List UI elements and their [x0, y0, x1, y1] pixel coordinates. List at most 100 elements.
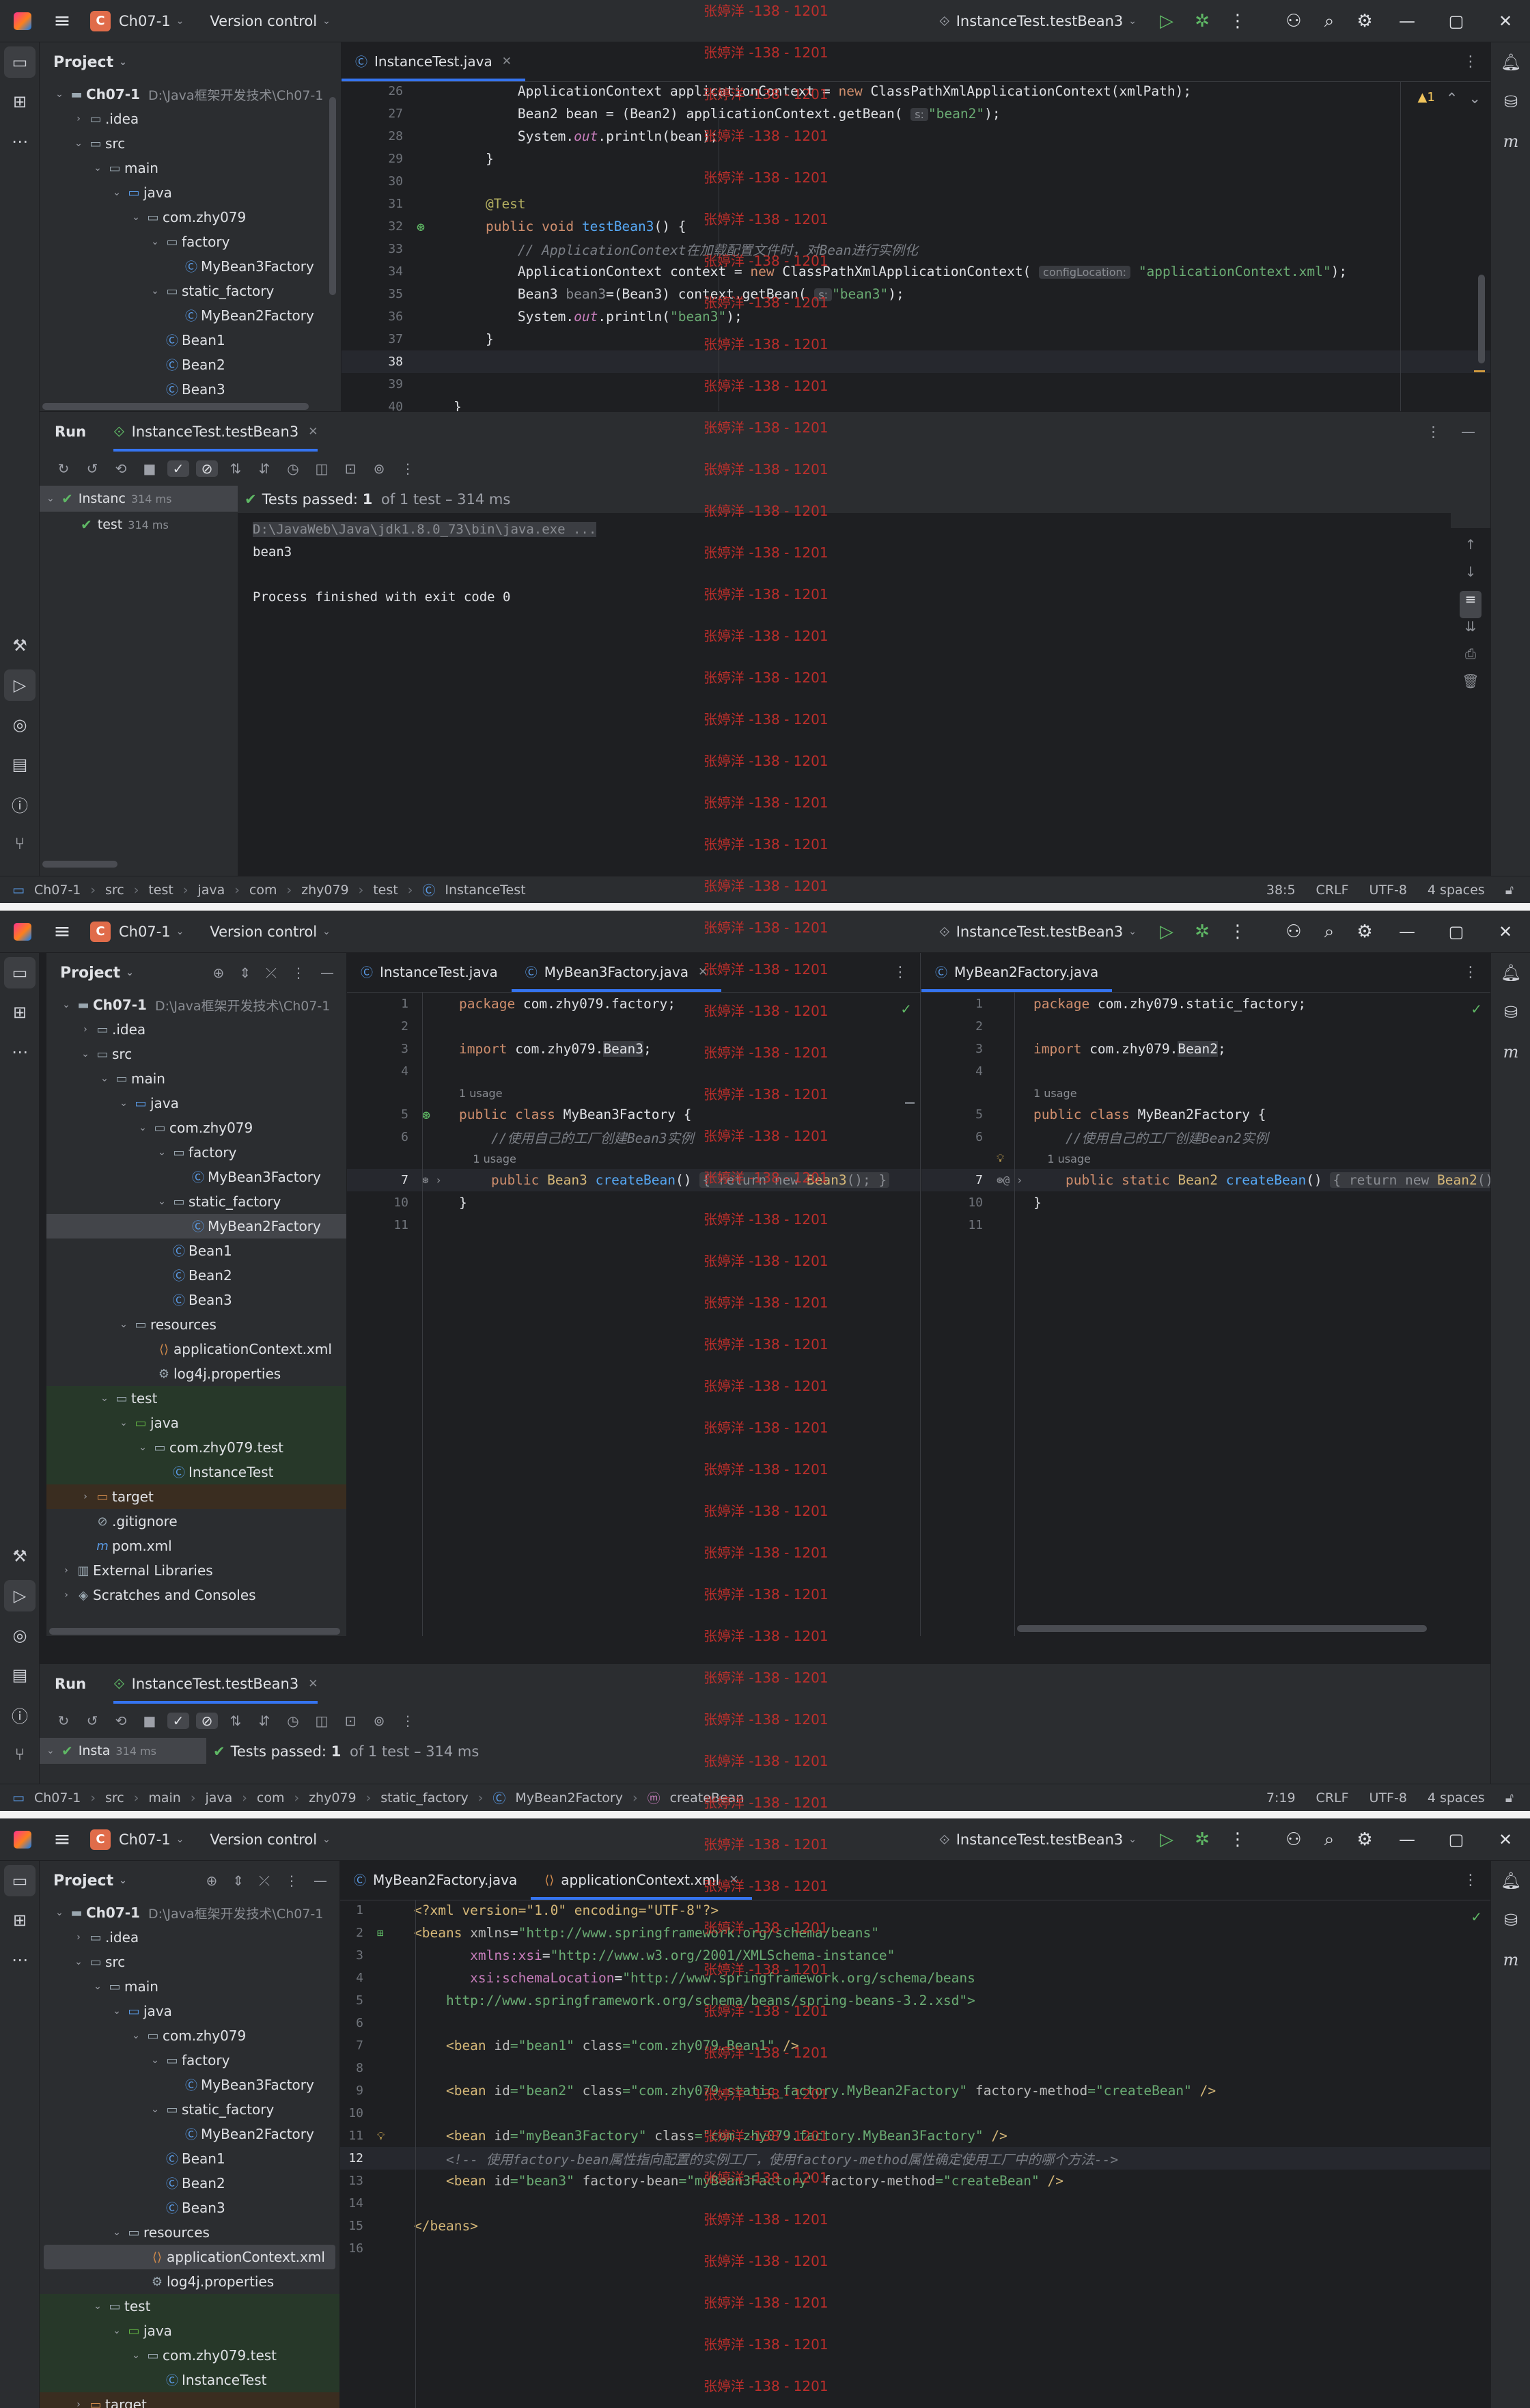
version-control-menu[interactable]: Version control	[210, 13, 317, 29]
run-config-selector[interactable]: InstanceTest.testBean3	[956, 13, 1124, 29]
show-passed-icon[interactable]: ✓	[167, 1713, 189, 1729]
project-tool-icon[interactable]: ▭	[4, 46, 36, 78]
tree-item-scratches[interactable]: › ◈ Scratches and Consoles	[46, 1583, 346, 1607]
clear-icon[interactable]: 🗑︎	[1462, 673, 1479, 700]
locate-icon[interactable]: ⊕	[206, 1872, 217, 1889]
encoding[interactable]: UTF-8	[1369, 1790, 1407, 1805]
project-panel-header[interactable]: Project ⌄ ⊕ ⇕ ⤫ ⋮ —	[40, 1861, 339, 1900]
tree-item-package[interactable]: ⌄ ▭ com.zhy079	[40, 2023, 339, 2048]
horizontal-scrollbar[interactable]	[42, 403, 309, 410]
search-icon[interactable]: ⌕	[1311, 1829, 1347, 1851]
run-tab[interactable]: ⟐ InstanceTest.testBean3 ✕	[113, 412, 318, 452]
readonly-lock-icon[interactable]: 🔓︎	[1505, 883, 1514, 898]
run-tool-icon[interactable]: ▷	[4, 1580, 36, 1611]
project-switcher[interactable]: Ch07-1	[119, 13, 171, 29]
run-icon[interactable]: ▷	[1149, 11, 1184, 31]
tree-root[interactable]: ⌄ ▬ Ch07-1 D:\Java框架开发技术\Ch07-1	[40, 82, 341, 107]
scroll-down-icon[interactable]: ↓	[1465, 564, 1477, 591]
tree-item-gitignore[interactable]: ⊘ .gitignore	[46, 1509, 346, 1534]
tree-item-test-package[interactable]: ⌄ ▭ com.zhy079.test	[46, 1435, 346, 1460]
tree-item-pom[interactable]: m pom.xml	[46, 1534, 346, 1558]
project-panel-header[interactable]: Project ⌄	[40, 42, 341, 82]
tree-item-test[interactable]: ⌄ ▭ test	[40, 2294, 339, 2319]
tree-item-target[interactable]: › ▭ target	[46, 1484, 346, 1509]
tree-item-bean3[interactable]: Ⓒ Bean3	[46, 1288, 346, 1312]
main-menu-icon[interactable]: ≡	[51, 1827, 74, 1851]
terminal-icon[interactable]: ▤	[0, 1655, 40, 1695]
soft-wrap-icon[interactable]: ≡	[1460, 591, 1482, 618]
crumb[interactable]: zhy079	[309, 1790, 357, 1805]
export-icon[interactable]: ⊡	[336, 460, 365, 477]
crumb[interactable]: com	[257, 1790, 285, 1805]
maximize-icon[interactable]: ▢	[1432, 1830, 1481, 1849]
scroll-end-icon[interactable]: ⇊	[1465, 618, 1477, 646]
tree-item-idea[interactable]: › ▭ .idea	[46, 1017, 346, 1042]
collapse-all-icon[interactable]: ⤫	[266, 965, 277, 981]
run-tool-icon[interactable]: ▷	[4, 669, 36, 701]
tree-item-bean2[interactable]: Ⓒ Bean2	[40, 2171, 339, 2196]
run-icon[interactable]: ▷	[1149, 1829, 1184, 1850]
toggle-autotest-icon[interactable]: ⟲	[107, 460, 135, 477]
tree-item-mybean2factory[interactable]: Ⓒ MyBean2Factory	[40, 2122, 339, 2146]
options-icon[interactable]: ⋮	[292, 965, 305, 981]
tree-item-java[interactable]: ⌄ ▭ java	[46, 1091, 346, 1116]
console-output[interactable]: D:\JavaWeb\Java\jdk1.8.0_73\bin\java.exe…	[238, 513, 1451, 876]
tree-item-src[interactable]: ⌄ ▭ src	[40, 1950, 339, 1974]
tab-instance-test[interactable]: Ⓒ InstanceTest.java ✕	[342, 42, 525, 81]
project-tool-icon[interactable]: ▭	[4, 957, 36, 988]
caret-position[interactable]: 38:5	[1266, 883, 1296, 898]
close-icon[interactable]: ✕	[1481, 1830, 1530, 1849]
maven-icon[interactable]: m	[1491, 1940, 1530, 1980]
options-icon[interactable]: ⋮	[285, 1872, 298, 1889]
tree-item-java[interactable]: ⌄ ▭ java	[40, 180, 341, 205]
settings-gear-icon[interactable]: ⚙	[1347, 1829, 1382, 1850]
more-icon[interactable]: ⋮	[393, 460, 422, 477]
show-passed-icon[interactable]: ✓	[167, 460, 189, 477]
run-test-gutter-icon[interactable]: ⊛	[417, 219, 425, 235]
tree-item-resources[interactable]: ⌄ ▭ resources	[40, 2220, 339, 2245]
search-icon[interactable]: ⌕	[1311, 922, 1347, 943]
lightbulb-icon[interactable]: 💡︎	[997, 1152, 1004, 1165]
crumb[interactable]: test	[373, 883, 398, 898]
caret-position[interactable]: 7:19	[1266, 1790, 1296, 1805]
crumb[interactable]: static_factory	[380, 1790, 469, 1805]
more-tools-icon[interactable]: ⋯	[0, 1032, 40, 1072]
tree-item-src[interactable]: ⌄ ▭ src	[46, 1042, 346, 1066]
tree-item-appctx[interactable]: ⟨⟩ applicationContext.xml	[46, 1337, 346, 1361]
horizontal-scrollbar[interactable]	[1017, 1625, 1427, 1632]
tree-item-static-factory[interactable]: ⌄ ▭ static_factory	[40, 2097, 339, 2122]
tree-item-mybean2factory[interactable]: Ⓒ MyBean2Factory	[40, 303, 341, 328]
crumb[interactable]: src	[105, 1790, 124, 1805]
close-tab-icon[interactable]: ✕	[308, 1677, 318, 1691]
toggle-autotest-icon[interactable]: ⟲	[107, 1713, 135, 1729]
scroll-up-icon[interactable]: ↑	[1465, 536, 1477, 564]
build-hammer-icon[interactable]: ⚒	[0, 1536, 40, 1576]
expand-all-icon[interactable]: ⇕	[232, 1872, 244, 1889]
git-icon[interactable]: ⑂	[0, 824, 40, 863]
more-actions-icon[interactable]: ⋮	[1220, 11, 1255, 31]
tree-item-appctx[interactable]: ⟨⟩ applicationContext.xml	[44, 2245, 335, 2269]
locate-icon[interactable]: ⊕	[212, 965, 224, 981]
project-switcher[interactable]: Ch07-1	[119, 1831, 171, 1848]
minimize-icon[interactable]: —	[1382, 1830, 1432, 1849]
tab-options-icon[interactable]: ⋮	[1463, 964, 1478, 981]
run-icon[interactable]: ▷	[1149, 922, 1184, 942]
crumb[interactable]: java	[197, 883, 225, 898]
tree-item-target[interactable]: › ▭ target	[40, 2392, 339, 2408]
code-area-xml[interactable]: 1 <?xml version="1.0" encoding="UTF-8"?> …	[340, 1899, 1490, 2260]
tree-item-bean1[interactable]: Ⓒ Bean1	[46, 1238, 346, 1263]
tree-item-src[interactable]: ⌄ ▭ src	[40, 131, 341, 156]
crumb[interactable]: MyBean2Factory	[515, 1790, 623, 1805]
indent[interactable]: 4 spaces	[1428, 1790, 1485, 1805]
import-icon[interactable]: ⊚	[365, 1713, 393, 1729]
notifications-icon[interactable]: 🔔︎	[1491, 953, 1530, 993]
tree-item-test-java[interactable]: ⌄ ▭ java	[46, 1411, 346, 1435]
tree-item-main[interactable]: ⌄ ▭ main	[40, 1974, 339, 1999]
tree-item-idea[interactable]: › ▭ .idea	[40, 1925, 339, 1950]
maximize-icon[interactable]: ▢	[1432, 12, 1481, 31]
tree-root[interactable]: ⌄ ▬ Ch07-1 D:\Java框架开发技术\Ch07-1	[40, 1900, 339, 1925]
git-icon[interactable]: ⑂	[0, 1734, 40, 1774]
rerun-icon[interactable]: ↻	[49, 1713, 78, 1729]
implementations-gutter-icon[interactable]: ⊛	[422, 1107, 430, 1123]
sort-icon[interactable]: ⇅	[221, 460, 250, 477]
